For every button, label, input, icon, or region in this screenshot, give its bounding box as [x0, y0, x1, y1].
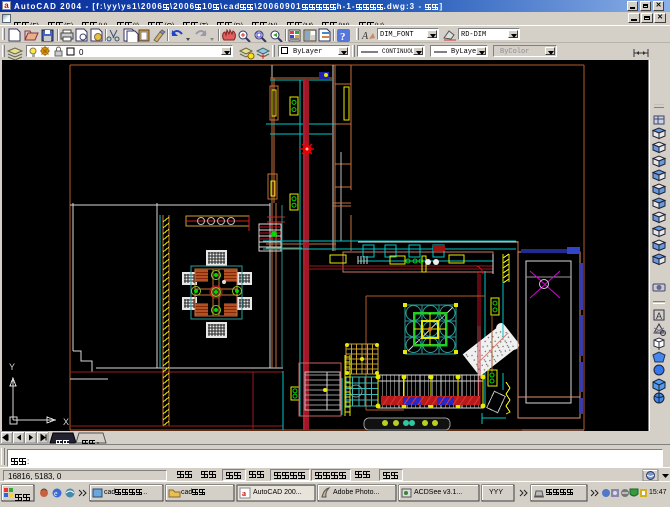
svg-text:Y: Y	[9, 362, 15, 372]
svg-text:A: A	[656, 311, 662, 321]
svg-text:A: A	[361, 31, 369, 42]
svg-text:e: e	[54, 489, 58, 498]
svg-text:a: a	[242, 489, 246, 498]
svg-text:X: X	[63, 417, 69, 427]
